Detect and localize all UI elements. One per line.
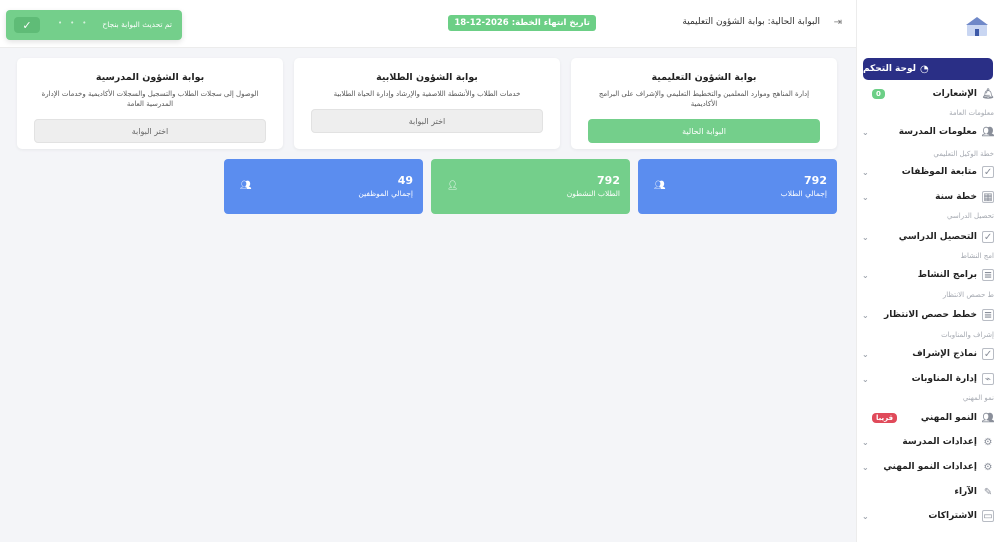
chevron-down-icon[interactable]: ⌄	[862, 350, 869, 359]
chevron-down-icon[interactable]: ⌄	[862, 271, 869, 280]
gear-icon: ⚙	[983, 461, 993, 473]
sidebar-item-label: الآراء	[954, 487, 977, 497]
bell-icon: 🔔︎	[981, 88, 995, 100]
portal-card-school: بوابة الشؤون المدرسية الوصول إلى سجلات ا…	[17, 58, 283, 149]
collapse-sidebar-icon[interactable]: ⇥	[834, 17, 842, 28]
sidebar-item-notifications[interactable]: 🔔︎ الإشعارات 0	[862, 84, 994, 104]
sidebar-section-label: إشراف والمناوبات	[941, 331, 994, 339]
sidebar: ◔ لوحة التحكم 🔔︎ الإشعارات 0 معلومات الع…	[856, 0, 1000, 542]
sidebar-item-label: الاشتراكات	[928, 511, 977, 521]
stat-total-staff: 49 إجمالي الموظفين 👥︎	[224, 159, 423, 214]
sidebar-item-label: خطط حصص الانتظار	[884, 310, 977, 320]
select-portal-button[interactable]: اختر البوابة	[311, 109, 543, 133]
chart-icon: ⌁	[982, 373, 994, 385]
sidebar-item-growth-settings[interactable]: ⚙ إعدادات النمو المهني ⌄	[862, 457, 994, 477]
pencil-icon: ✎	[983, 486, 993, 498]
current-portal-button[interactable]: البوابة الحالية	[588, 119, 820, 143]
stat-value: 792	[597, 174, 620, 187]
calendar-icon: ▦	[982, 191, 994, 203]
sidebar-item-activities[interactable]: ≡ برامج النشاط ⌄	[862, 265, 994, 285]
sidebar-item-label: إعدادات المدرسة	[902, 437, 977, 447]
select-portal-button[interactable]: اختر البوابة	[34, 119, 266, 143]
clipboard-icon: ✓	[982, 166, 994, 178]
sidebar-section-label: خطة الوكيل التعليمي	[933, 150, 994, 158]
stat-label: إجمالي الموظفين	[358, 189, 413, 198]
chevron-down-icon[interactable]: ⌄	[862, 311, 869, 320]
users-icon: 👥︎	[240, 181, 252, 191]
sidebar-item-label: إعدادات النمو المهني	[883, 462, 977, 472]
sidebar-item-label: لوحة التحكم	[863, 64, 917, 74]
sidebar-item-subscriptions[interactable]: ▭ الاشتراكات ⌄	[862, 506, 994, 526]
users-icon: 👥︎	[654, 181, 666, 191]
user-check-icon: 👤︎	[447, 181, 459, 191]
sidebar-item-label: النمو المهني	[920, 413, 977, 423]
toast-progress-dots: •••	[58, 19, 95, 27]
notification-count-badge: 0	[872, 89, 885, 99]
sidebar-item-label: معلومات المدرسة	[898, 127, 977, 137]
sidebar-item-label: خطة سنة	[935, 192, 977, 202]
portal-card-description: خدمات الطلاب والأنشطة اللاصفية والإرشاد …	[333, 90, 521, 98]
chevron-down-icon[interactable]: ⌄	[862, 375, 869, 384]
document-icon: ≡	[982, 269, 994, 281]
sidebar-item-label: التحصيل الدراسي	[898, 232, 977, 242]
plan-end-badge: تاريخ انتهاء الخطة: 2026-12-18	[448, 15, 596, 31]
stat-label: إجمالي الطلاب	[780, 189, 827, 198]
sidebar-item-professional-growth[interactable]: 👥︎ النمو المهني قريبا	[862, 408, 994, 428]
sidebar-item-label: متابعة الموظفات	[901, 167, 977, 177]
check-icon[interactable]: ✓	[14, 17, 40, 33]
portal-card-title: بوابة الشؤون المدرسية	[95, 72, 205, 83]
sidebar-item-year-plan[interactable]: ▦ خطة سنة ⌄	[862, 187, 994, 207]
coming-soon-badge: قريبا	[872, 413, 898, 423]
chevron-down-icon[interactable]: ⌄	[862, 128, 869, 137]
sidebar-section-label: نمو المهني	[962, 394, 994, 402]
sidebar-section-label: تحصيل الدراسي	[947, 212, 994, 220]
portal-card-educational: بوابة الشؤون التعليمية إدارة المناهج ومو…	[571, 58, 837, 149]
users-icon: 👥︎	[981, 412, 995, 424]
portal-card-title: بوابة الشؤون الطلابية	[376, 72, 478, 83]
checkbox-icon: ✓	[982, 231, 994, 243]
users-icon: 👥︎	[981, 126, 995, 138]
clipboard-icon: ✓	[982, 348, 994, 360]
sidebar-item-school-info[interactable]: 👥︎ معلومات المدرسة ⌄	[862, 122, 994, 142]
chevron-down-icon[interactable]: ⌄	[862, 512, 869, 521]
chevron-down-icon[interactable]: ⌄	[862, 233, 869, 242]
portal-card-description: الوصول إلى سجلات الطلاب والتسجيل والسجلا…	[41, 90, 259, 109]
sidebar-item-achievement[interactable]: ✓ التحصيل الدراسي ⌄	[862, 227, 994, 247]
stat-total-students: 792 إجمالي الطلاب 👥︎	[638, 159, 837, 214]
chevron-down-icon[interactable]: ⌄	[862, 438, 869, 447]
stat-value: 49	[397, 174, 413, 187]
dashboard-icon: ◔	[920, 63, 929, 75]
sidebar-item-dashboard[interactable]: ◔ لوحة التحكم	[863, 58, 993, 80]
document-icon: ≡	[982, 309, 994, 321]
portal-card-student: بوابة الشؤون الطلابية خدمات الطلاب والأن…	[294, 58, 560, 149]
sidebar-section-label: معلومات العامة	[949, 109, 994, 117]
chevron-down-icon[interactable]: ⌄	[862, 463, 869, 472]
sidebar-item-supervision-forms[interactable]: ✓ نماذج الإشراف ⌄	[862, 344, 994, 364]
success-toast: ✓ ••• تم تحديث البوابة بنجاح	[6, 10, 182, 40]
current-portal-label: البوابة الحالية: بوابة الشؤون التعليمية	[682, 17, 820, 27]
sidebar-item-label: إدارة المناوبات	[911, 374, 977, 384]
sidebar-section-label: امج النشاط	[960, 252, 994, 260]
sidebar-item-shifts[interactable]: ⌁ إدارة المناوبات ⌄	[862, 369, 994, 389]
chevron-down-icon[interactable]: ⌄	[862, 193, 869, 202]
school-logo-icon	[966, 17, 988, 36]
sidebar-item-staff-followup[interactable]: ✓ متابعة الموظفات ⌄	[862, 162, 994, 182]
sidebar-item-label: الإشعارات	[932, 89, 977, 99]
sidebar-item-label: نماذج الإشراف	[912, 349, 977, 359]
portal-card-title: بوابة الشؤون التعليمية	[651, 72, 757, 83]
stat-label: الطلاب النشطون	[566, 189, 620, 198]
toast-message: تم تحديث البوابة بنجاح	[102, 20, 172, 29]
sidebar-item-school-settings[interactable]: ⚙ إعدادات المدرسة ⌄	[862, 432, 994, 452]
gear-icon: ⚙	[983, 436, 993, 448]
credit-card-icon: ▭	[982, 510, 994, 522]
sidebar-section-label: ط حصص الانتظار	[942, 291, 994, 299]
portal-card-description: إدارة المناهج وموارد المعلمين والتخطيط ا…	[598, 90, 810, 109]
sidebar-item-label: برامج النشاط	[917, 270, 977, 280]
stat-value: 792	[804, 174, 827, 187]
sidebar-item-feedback[interactable]: ✎ الآراء	[862, 482, 994, 502]
stat-active-students: 792 الطلاب النشطون 👤︎	[431, 159, 630, 214]
chevron-down-icon[interactable]: ⌄	[862, 168, 869, 177]
sidebar-item-waiting-classes[interactable]: ≡ خطط حصص الانتظار ⌄	[862, 305, 994, 325]
